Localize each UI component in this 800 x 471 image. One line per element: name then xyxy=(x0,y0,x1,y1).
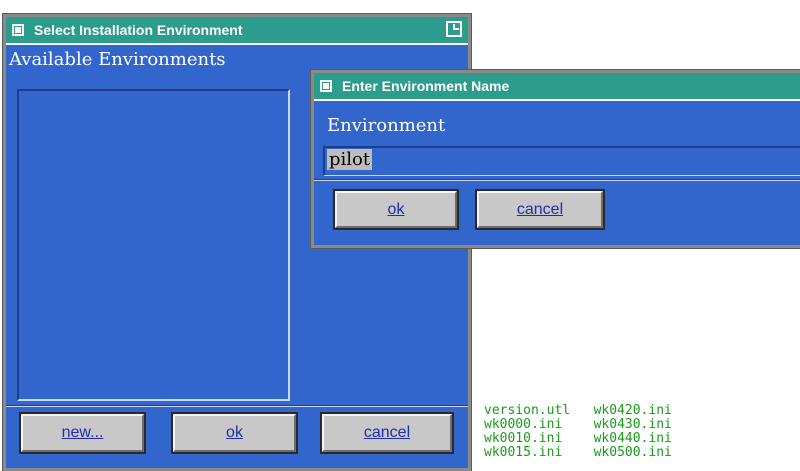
file-name: wk0000.ini xyxy=(484,417,563,432)
dialog-titlebar[interactable]: Enter Environment Name xyxy=(314,73,800,101)
maximize-icon[interactable] xyxy=(446,21,462,37)
name-cancel-button[interactable]: cancel xyxy=(475,189,605,230)
terminal-row: version.utl wk0420.ini xyxy=(484,404,672,418)
new-button[interactable]: new... xyxy=(19,412,146,454)
file-name: wk0440.ini xyxy=(593,431,672,446)
button-separator xyxy=(314,179,800,181)
available-environments-label: Available Environments xyxy=(9,49,226,70)
button-separator xyxy=(6,405,468,407)
name-ok-button[interactable]: ok xyxy=(333,189,459,230)
dialog-titlebar[interactable]: Select Installation Environment xyxy=(6,17,468,45)
file-name: wk0500.ini xyxy=(593,445,672,460)
cancel-button[interactable]: cancel xyxy=(320,412,454,454)
environment-name-input[interactable]: pilot xyxy=(323,146,800,176)
enter-environment-name-dialog: Enter Environment Name Environment pilot… xyxy=(310,69,800,249)
environment-name-value: pilot xyxy=(327,149,373,170)
terminal-file-listing: version.utl wk0420.ini wk0000.ini wk0430… xyxy=(484,404,672,460)
environment-label: Environment xyxy=(327,115,446,136)
dialog-title: Enter Environment Name xyxy=(342,78,510,94)
window-menu-icon[interactable] xyxy=(12,24,24,36)
file-name: wk0015.ini xyxy=(484,445,563,460)
environments-list[interactable] xyxy=(17,89,290,401)
file-name: wk0010.ini xyxy=(484,431,563,446)
file-name: wk0420.ini xyxy=(593,403,672,418)
terminal-row: wk0015.ini wk0500.ini xyxy=(484,446,672,460)
ok-button[interactable]: ok xyxy=(171,412,298,454)
file-name: wk0430.ini xyxy=(593,417,672,432)
terminal-row: wk0000.ini wk0430.ini xyxy=(484,418,672,432)
file-name: version.utl xyxy=(484,403,571,418)
dialog-title: Select Installation Environment xyxy=(34,22,243,38)
window-menu-icon[interactable] xyxy=(320,80,332,92)
terminal-row: wk0010.ini wk0440.ini xyxy=(484,432,672,446)
